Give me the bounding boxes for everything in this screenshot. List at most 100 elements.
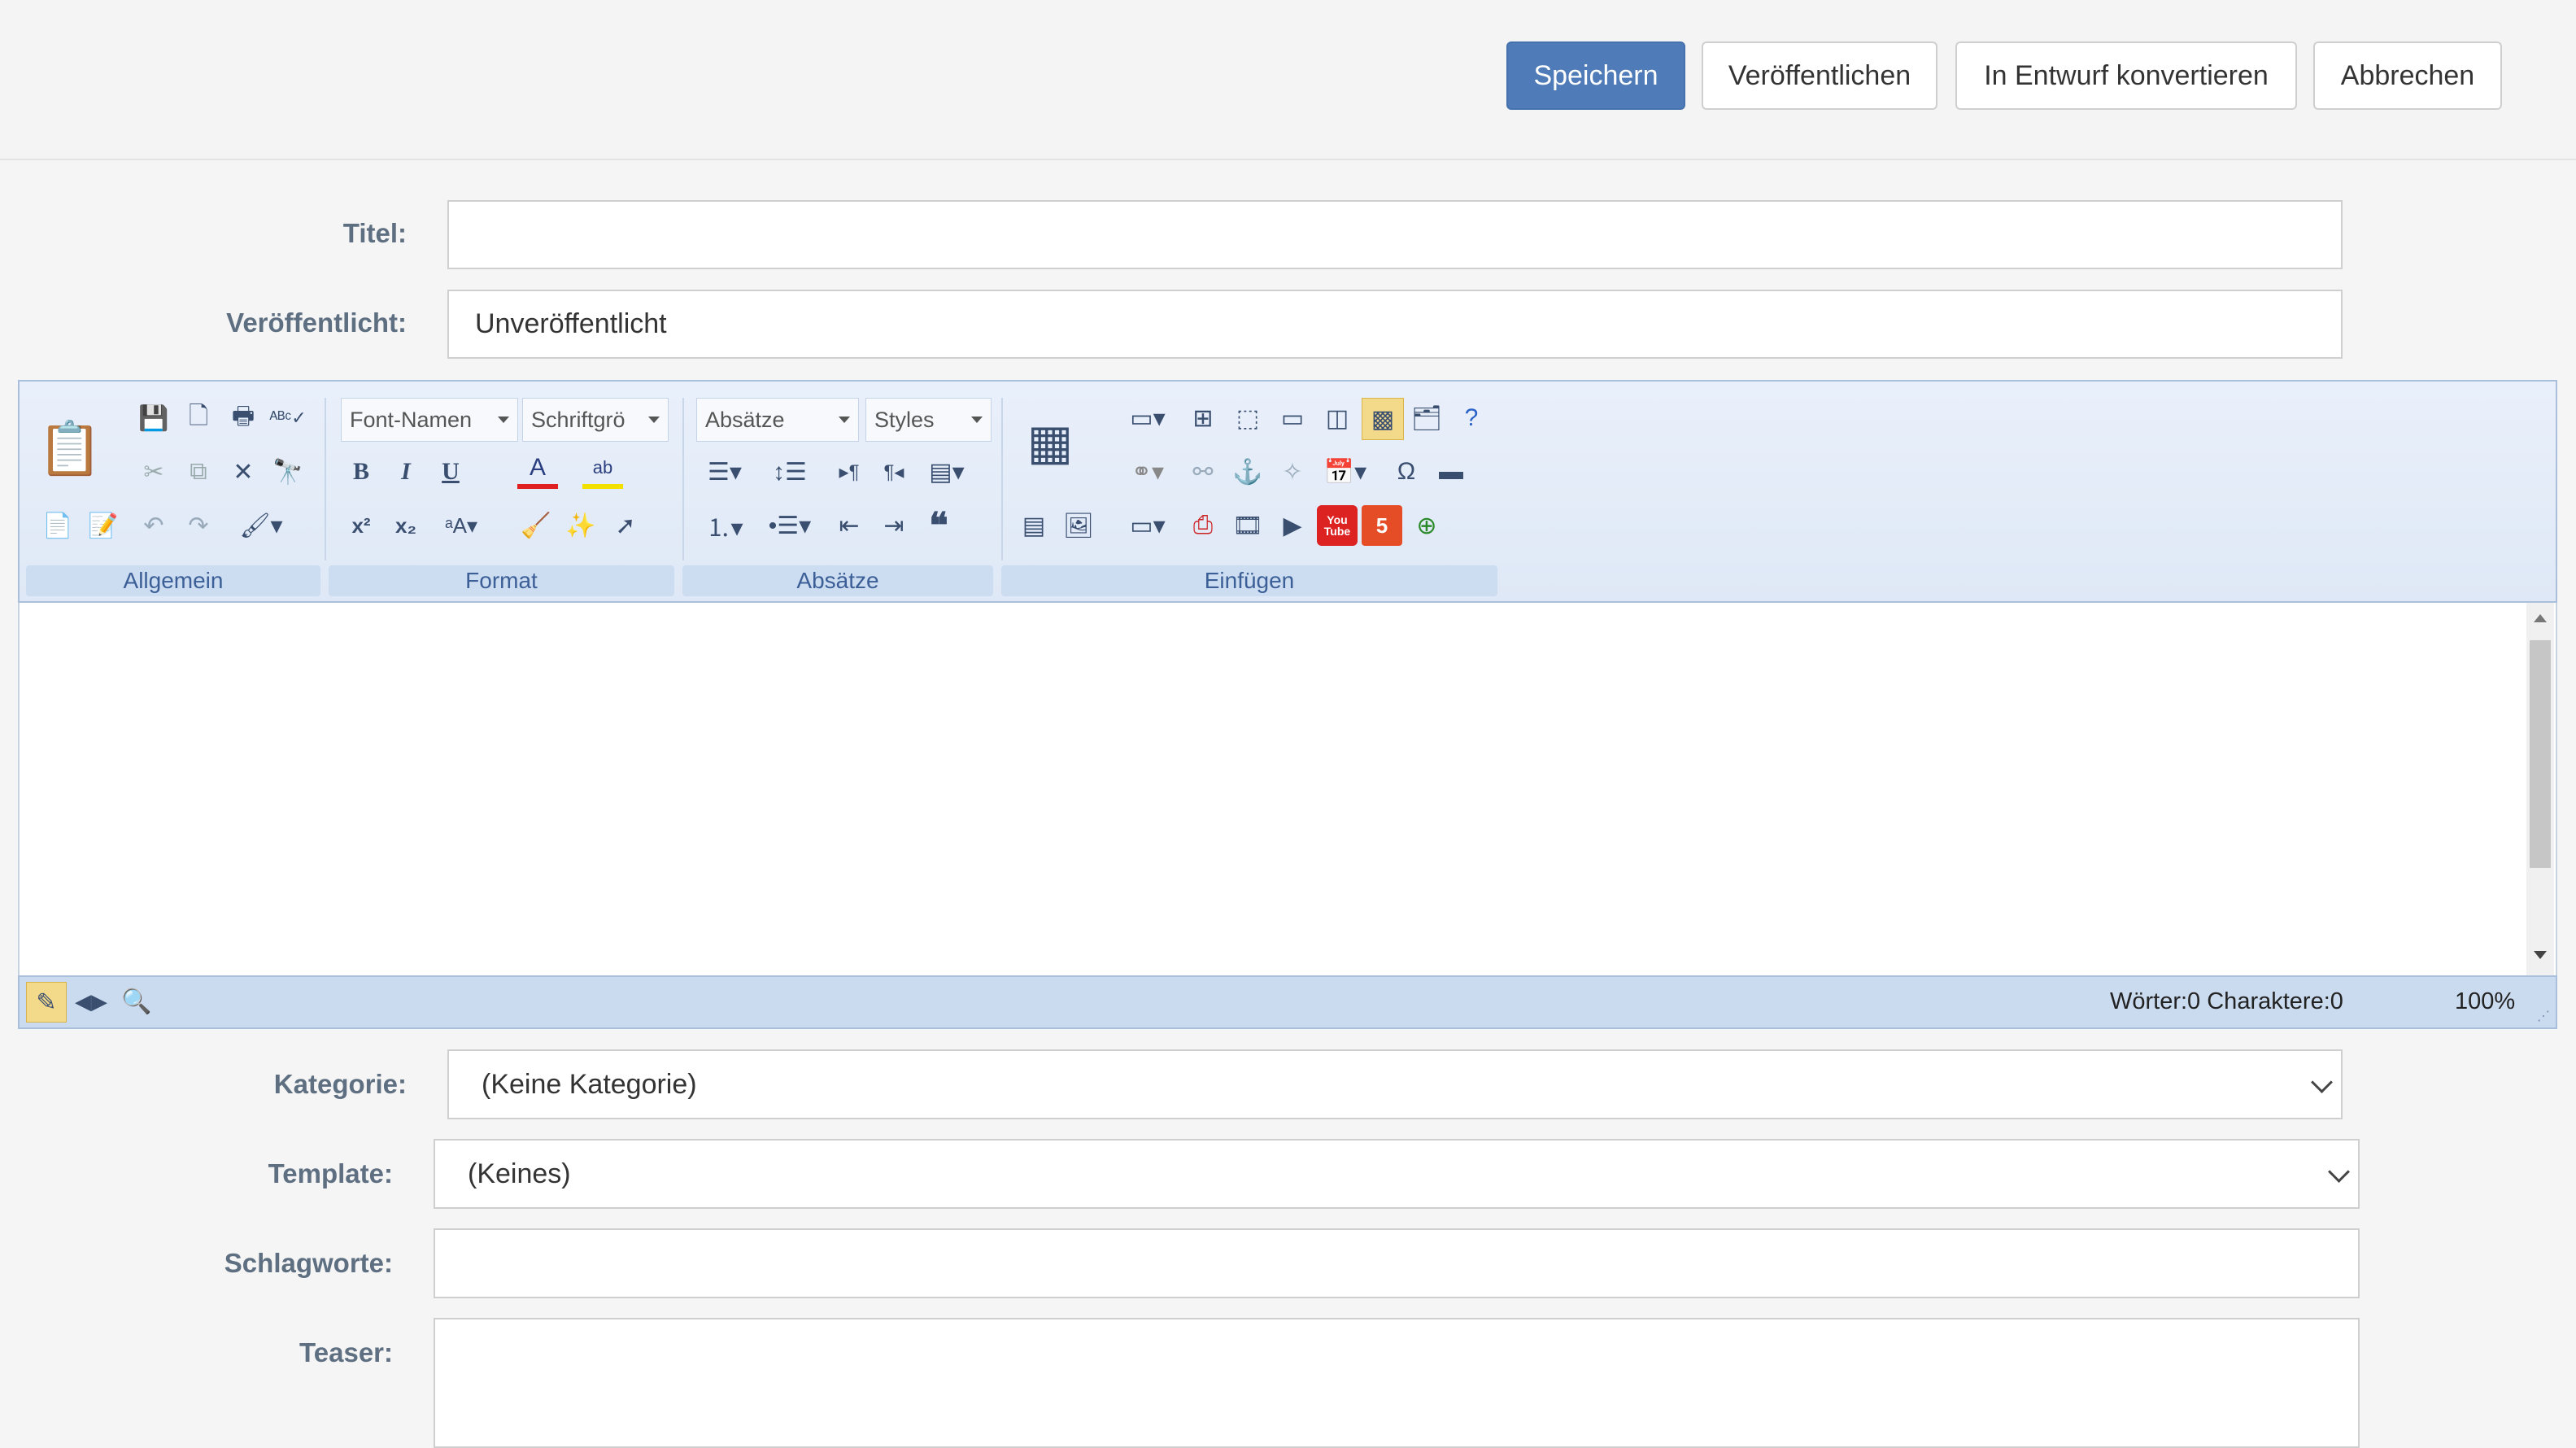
- template-value: (Keines): [468, 1158, 571, 1189]
- template-icon[interactable]: ▭: [1272, 398, 1313, 438]
- italic-icon[interactable]: I: [386, 451, 426, 492]
- paragraph-settings-icon[interactable]: ▤▾: [918, 451, 975, 492]
- resize-grip-icon[interactable]: ⋰: [2537, 1008, 2550, 1024]
- font-color-icon[interactable]: A: [517, 451, 558, 489]
- html-mode-icon[interactable]: ◀▶: [72, 982, 111, 1021]
- font-size-dropdown[interactable]: Schriftgrö: [522, 398, 669, 442]
- cut-icon[interactable]: ✂: [133, 451, 174, 492]
- remove-format-icon[interactable]: ✨: [560, 505, 601, 546]
- redo-icon[interactable]: ↷: [178, 505, 219, 546]
- select-cursor-icon[interactable]: ➚: [605, 505, 646, 546]
- styles-dropdown[interactable]: Styles: [865, 398, 992, 442]
- teaser-label: Teaser:: [299, 1337, 393, 1367]
- zoom-level: 100%: [2455, 988, 2516, 1014]
- design-mode-icon[interactable]: ✎: [26, 982, 67, 1023]
- table-cell-icon[interactable]: ⊞: [1183, 398, 1223, 438]
- bookmark-icon[interactable]: ✧: [1272, 451, 1313, 492]
- blockquote-icon[interactable]: ❝: [918, 505, 959, 546]
- subscript-icon[interactable]: x₂: [386, 505, 426, 546]
- separator: [325, 398, 326, 560]
- save-button[interactable]: Speichern: [1506, 41, 1685, 110]
- paste-text-icon[interactable]: 📄: [37, 505, 78, 546]
- find-icon[interactable]: 🔭: [268, 451, 308, 492]
- template-label: Template:: [268, 1158, 393, 1188]
- undo-icon[interactable]: ↶: [133, 505, 174, 546]
- horizontal-rule-icon[interactable]: ▬: [1431, 451, 1471, 492]
- pdf-icon[interactable]: ⎙: [1183, 505, 1223, 546]
- justify-icon[interactable]: ☰▾: [696, 451, 753, 492]
- html5-icon[interactable]: 5: [1362, 505, 1402, 546]
- insert-object-icon[interactable]: ⊕: [1406, 505, 1447, 546]
- paragraph-value: Absätze: [705, 407, 785, 432]
- bulleted-list-icon[interactable]: •☰▾: [761, 505, 818, 546]
- cancel-button[interactable]: Abbrechen: [2313, 41, 2502, 110]
- font-name-dropdown[interactable]: Font-Namen: [341, 398, 518, 442]
- ltr-icon[interactable]: ▸¶: [829, 451, 870, 492]
- paste-word-icon[interactable]: 📝: [83, 505, 124, 546]
- save-icon[interactable]: 💾: [133, 398, 174, 438]
- image-manager-icon[interactable]: 🗂: [1406, 398, 1447, 438]
- styles-value: Styles: [874, 407, 935, 432]
- insert-form-icon[interactable]: ▭▾: [1119, 398, 1176, 438]
- group-label-format: Format: [329, 565, 674, 596]
- published-status-field[interactable]: Unveröffentlicht: [447, 290, 2343, 359]
- paragraph-dropdown[interactable]: Absätze: [696, 398, 859, 442]
- separator: [1001, 398, 1003, 560]
- font-name-value: Font-Namen: [350, 407, 473, 432]
- tags-input[interactable]: [434, 1228, 2360, 1298]
- unlink-icon[interactable]: ⚯: [1183, 451, 1223, 492]
- layout-icon[interactable]: ▭▾: [1119, 505, 1176, 546]
- stack-icon[interactable]: ◫: [1317, 398, 1358, 438]
- bold-icon[interactable]: B: [341, 451, 381, 492]
- chevron-down-icon: [2311, 1071, 2333, 1093]
- special-char-icon[interactable]: Ω: [1386, 451, 1427, 492]
- editor-content-area[interactable]: [18, 603, 2557, 975]
- outdent-icon[interactable]: ⇤: [829, 505, 870, 546]
- category-select[interactable]: (Keine Kategorie): [447, 1049, 2343, 1119]
- copy-icon[interactable]: ⧉: [178, 451, 219, 492]
- insert-table-icon[interactable]: ▦: [1013, 406, 1087, 479]
- group-label-paragraphs: Absätze: [682, 565, 993, 596]
- video-icon[interactable]: 🎞: [1227, 505, 1268, 546]
- preview-mode-icon[interactable]: 🔍: [117, 982, 156, 1021]
- tags-label: Schlagworte:: [224, 1248, 393, 1278]
- grid-icon[interactable]: ▩: [1362, 398, 1404, 440]
- scroll-up-icon[interactable]: [2534, 614, 2547, 622]
- clean-formatting-icon[interactable]: 🧹: [516, 505, 556, 546]
- convert-to-draft-button[interactable]: In Entwurf konvertieren: [1955, 41, 2297, 110]
- editor-scrollbar[interactable]: [2526, 603, 2554, 975]
- numbered-list-icon[interactable]: ⒈▾: [696, 505, 753, 546]
- underline-icon[interactable]: U: [430, 451, 471, 492]
- print-icon[interactable]: 🖶: [223, 398, 264, 438]
- format-painter-icon[interactable]: 🖌▾: [233, 505, 290, 546]
- rtl-icon[interactable]: ¶◂: [874, 451, 914, 492]
- title-input[interactable]: [447, 200, 2343, 269]
- paste-icon[interactable]: 📋: [37, 399, 102, 497]
- gallery-icon[interactable]: ▤: [1013, 505, 1054, 546]
- help-icon[interactable]: ?: [1451, 398, 1492, 438]
- scroll-down-icon[interactable]: [2534, 951, 2547, 959]
- spellcheck-icon[interactable]: ᴬᴮᶜ✓: [268, 398, 308, 438]
- highlight-icon[interactable]: ab: [582, 451, 623, 489]
- publish-button[interactable]: Veröffentlichen: [1702, 41, 1937, 110]
- template-select[interactable]: (Keines): [434, 1139, 2360, 1209]
- delete-icon[interactable]: ✕: [223, 451, 264, 492]
- superscript-icon[interactable]: x²: [341, 505, 381, 546]
- indent-icon[interactable]: ⇥: [874, 505, 914, 546]
- category-label: Kategorie:: [273, 1069, 407, 1099]
- action-bar: Speichern Veröffentlichen In Entwurf kon…: [0, 0, 2576, 160]
- anchor-icon[interactable]: ⚓: [1227, 451, 1268, 492]
- image-icon[interactable]: 🖼: [1058, 505, 1099, 546]
- group-label-insert: Einfügen: [1001, 565, 1497, 596]
- date-icon[interactable]: 📅▾: [1317, 451, 1374, 492]
- word-char-count: Wörter:0 Charaktere:0: [2110, 988, 2343, 1014]
- line-height-icon[interactable]: ↕☰: [761, 451, 818, 492]
- youtube-icon[interactable]: You Tube: [1317, 505, 1358, 546]
- frame-icon[interactable]: ⬚: [1227, 398, 1268, 438]
- link-icon[interactable]: ⚭▾: [1119, 451, 1176, 492]
- change-case-icon[interactable]: ᵃA▾: [433, 505, 490, 546]
- teaser-textarea[interactable]: [434, 1318, 2360, 1448]
- media-icon[interactable]: ▶: [1272, 505, 1313, 546]
- new-document-icon[interactable]: 🗋: [178, 398, 219, 438]
- scrollbar-thumb[interactable]: [2530, 640, 2551, 868]
